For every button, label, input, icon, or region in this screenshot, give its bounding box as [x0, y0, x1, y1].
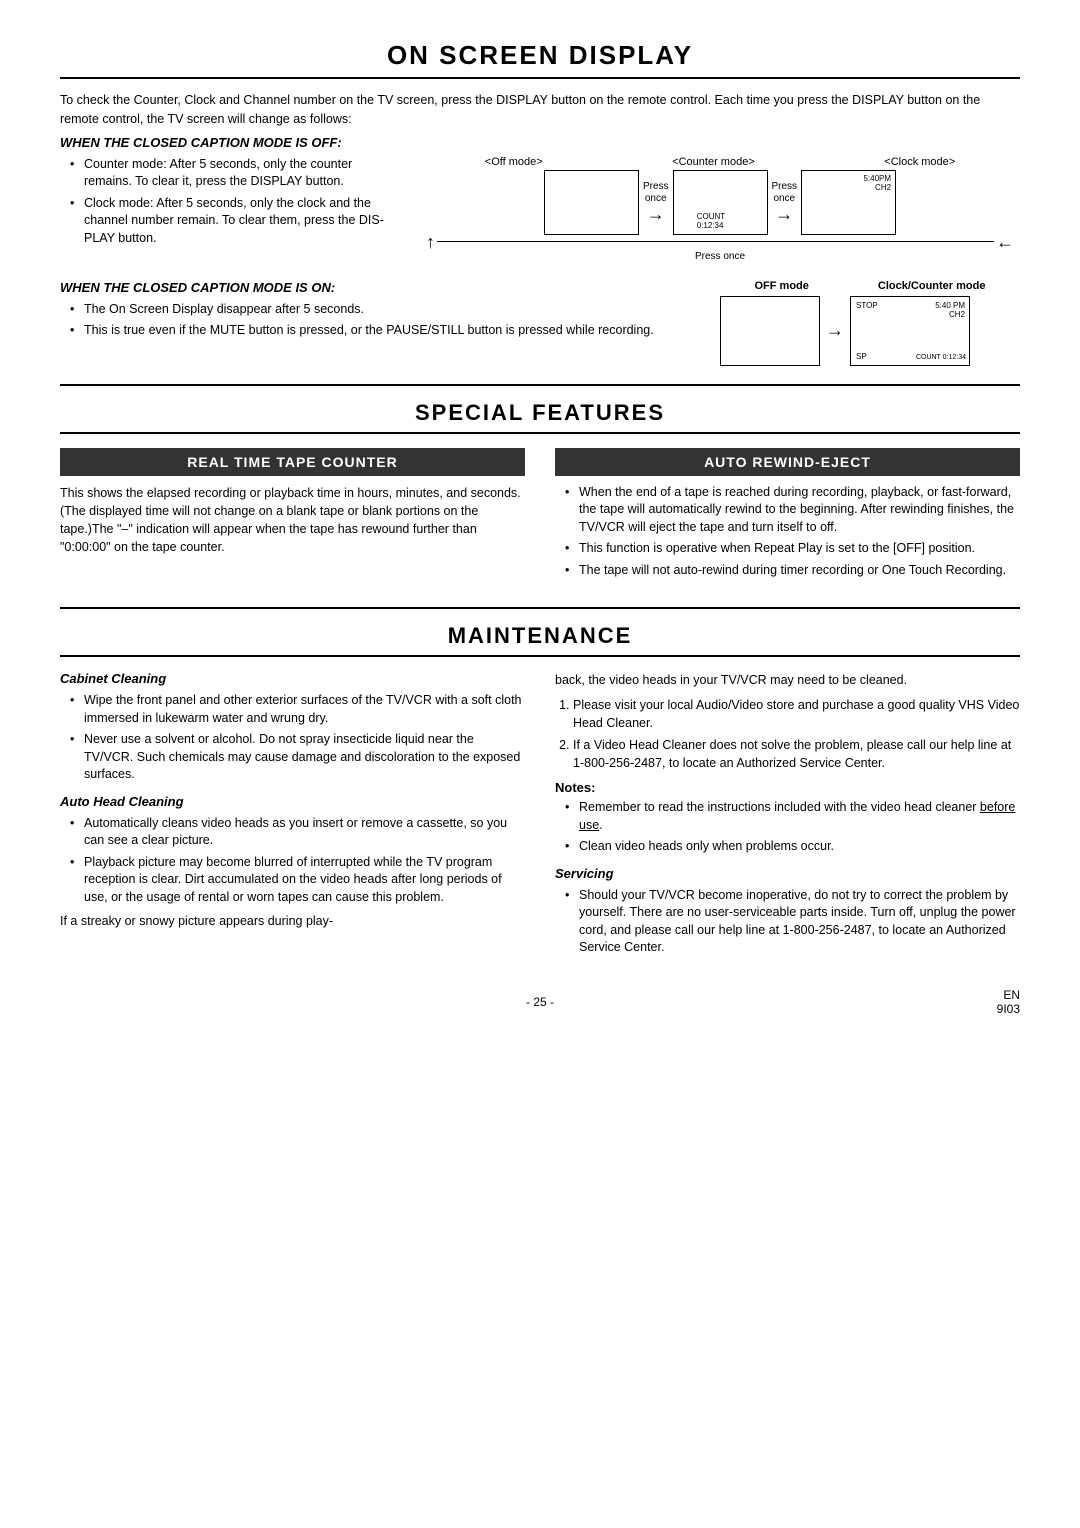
cc-on-section: WHEN THE CLOSED CAPTION MODE IS ON: The …: [60, 280, 1020, 366]
maintenance-title: Maintenance: [60, 623, 1020, 657]
maintenance-grid: Cabinet Cleaning Wipe the front panel an…: [60, 671, 1020, 964]
mode-labels-row: <Off mode> <Counter mode> <Clock mode>: [420, 156, 1020, 168]
footer: - 25 - EN 9I03: [60, 995, 1020, 1009]
cabinet-bullet-1: Wipe the front panel and other exterior …: [70, 692, 525, 727]
footer-page: - 25 -: [526, 995, 554, 1009]
cc-off-heading: WHEN THE CLOSED CAPTION MODE IS OFF:: [60, 135, 1020, 150]
are-bullet-3: The tape will not auto-rewind during tim…: [565, 562, 1020, 580]
osd-intro: To check the Counter, Clock and Channel …: [60, 91, 1020, 129]
clock-mode-box: 5:40PMCH2: [801, 170, 896, 235]
cc-on-right: OFF mode Clock/Counter mode → STOP 5:40 …: [720, 280, 1020, 366]
rttc-header: Real Time Tape Counter: [60, 448, 525, 476]
off-mode-box: [544, 170, 639, 235]
osd-off-bullet-list: Counter mode: After 5 seconds, only the …: [60, 156, 400, 248]
right-col-intro: back, the video heads in your TV/VCR may…: [555, 671, 1020, 689]
notes-bullet-2: Clean video heads only when problems occ…: [565, 838, 1020, 856]
servicing-heading: Servicing: [555, 866, 1020, 881]
are-bullet-1: When the end of a tape is reached during…: [565, 484, 1020, 537]
off-mode-label: <Off mode>: [485, 156, 543, 168]
before-use: before use: [579, 800, 1015, 832]
bottom-arrow-row: ↑ ←: [420, 235, 1020, 249]
numbered-2: If a Video Head Cleaner does not solve t…: [573, 736, 1020, 772]
cc-off-mode-label: OFF mode: [755, 280, 809, 292]
cc-sp-label: SP: [856, 352, 867, 361]
are-bullet-list: When the end of a tape is reached during…: [555, 484, 1020, 580]
footer-code: 9I03: [997, 1002, 1020, 1016]
cabinet-cleaning-heading: Cabinet Cleaning: [60, 671, 525, 686]
osd-bullet-1: Counter mode: After 5 seconds, only the …: [70, 156, 400, 191]
real-time-tape-counter-col: Real Time Tape Counter This shows the el…: [60, 448, 525, 588]
cc-on-heading: WHEN THE CLOSED CAPTION MODE IS ON:: [60, 280, 700, 295]
diagram-boxes: Pressonce → COUNT 0:12:34 Pressonce → 5:…: [544, 170, 896, 235]
auto-head-cleaning-heading: Auto Head Cleaning: [60, 794, 525, 809]
osd-bullet-2: Clock mode: After 5 seconds, only the cl…: [70, 195, 400, 248]
cc-on-bullet-2: This is true even if the MUTE button is …: [70, 322, 700, 340]
arrow-right-1: →: [647, 205, 665, 223]
ahc-extra: If a streaky or snowy picture appears du…: [60, 914, 525, 928]
notes-heading: Notes:: [555, 780, 1020, 795]
are-bullet-2: This function is operative when Repeat P…: [565, 540, 1020, 558]
cc-mode-labels: OFF mode Clock/Counter mode: [720, 280, 1020, 292]
press-once-below: Press once: [695, 251, 745, 262]
osd-off-section: Counter mode: After 5 seconds, only the …: [60, 156, 1020, 270]
auto-head-cleaning-bullets: Automatically cleans video heads as you …: [60, 815, 525, 907]
counter-mode-box: COUNT 0:12:34: [673, 170, 768, 235]
cabinet-bullet-2: Never use a solvent or alcohol. Do not s…: [70, 731, 525, 784]
cc-time-label: 5:40 PMCH2: [935, 301, 965, 320]
clock-display: 5:40PMCH2: [863, 174, 891, 193]
osd-off-bullets: Counter mode: After 5 seconds, only the …: [60, 156, 400, 270]
counter-mode-label: <Counter mode>: [672, 156, 755, 168]
footer-en-block: EN 9I03: [997, 988, 1020, 1016]
arrow-up: ↑: [426, 235, 435, 249]
cc-boxes-row: → STOP 5:40 PMCH2 SP COUNT 0:12:34: [720, 296, 1020, 366]
cc-on-diagram: OFF mode Clock/Counter mode → STOP 5:40 …: [720, 280, 1020, 366]
cc-count-label: COUNT 0:12:34: [916, 354, 966, 361]
special-features-grid: Real Time Tape Counter This shows the el…: [60, 448, 1020, 588]
special-features-title: Special Features: [60, 400, 1020, 434]
numbered-1: Please visit your local Audio/Video stor…: [573, 696, 1020, 732]
notes-bullet-1-text: Remember to read the instructions includ…: [579, 800, 1015, 832]
cc-stop-label: STOP: [856, 301, 878, 310]
ahc-bullet-2: Playback picture may become blurred of i…: [70, 854, 525, 907]
maintenance-left-col: Cabinet Cleaning Wipe the front panel an…: [60, 671, 525, 964]
notes-bullets: Remember to read the instructions includ…: [555, 799, 1020, 856]
cc-clock-counter-label: Clock/Counter mode: [878, 280, 986, 292]
notes-bullet-1: Remember to read the instructions includ…: [565, 799, 1020, 834]
ahc-bullet-1: Automatically cleans video heads as you …: [70, 815, 525, 850]
servicing-bullets: Should your TV/VCR become inoperative, d…: [555, 887, 1020, 957]
osd-mode-diagram: <Off mode> <Counter mode> <Clock mode> P…: [420, 156, 1020, 262]
maintenance-right-col: back, the video heads in your TV/VCR may…: [555, 671, 1020, 964]
press-once-label-2: Pressonce: [772, 181, 798, 205]
rttc-text: This shows the elapsed recording or play…: [60, 484, 525, 557]
arrow-left: ←: [996, 235, 1014, 249]
cc-on-bullet-1: The On Screen Display disappear after 5 …: [70, 301, 700, 319]
on-screen-display-title: On Screen Display: [60, 40, 1020, 79]
footer-en-label: EN: [997, 988, 1020, 1002]
osd-diagram-off: <Off mode> <Counter mode> <Clock mode> P…: [420, 156, 1020, 270]
special-features-divider: [60, 384, 1020, 386]
auto-rewind-eject-col: Auto Rewind-Eject When the end of a tape…: [555, 448, 1020, 588]
press-once-label-1: Pressonce: [643, 181, 669, 205]
cc-on-left: WHEN THE CLOSED CAPTION MODE IS ON: The …: [60, 280, 700, 366]
cc-arrow: →: [826, 320, 844, 341]
arrow-2: Pressonce →: [772, 181, 798, 223]
arrow-line: [437, 241, 994, 242]
count-display: COUNT 0:12:34: [697, 212, 744, 230]
servicing-bullet-1: Should your TV/VCR become inoperative, d…: [565, 887, 1020, 957]
cc-off-box: [720, 296, 820, 366]
cabinet-cleaning-bullets: Wipe the front panel and other exterior …: [60, 692, 525, 784]
clock-mode-label: <Clock mode>: [884, 156, 955, 168]
arrow-right-2: →: [775, 205, 793, 223]
arrow-1: Pressonce →: [643, 181, 669, 223]
maintenance-divider: [60, 607, 1020, 609]
cc-on-bullet-list: The On Screen Display disappear after 5 …: [60, 301, 700, 340]
are-header: Auto Rewind-Eject: [555, 448, 1020, 476]
cc-clock-box: STOP 5:40 PMCH2 SP COUNT 0:12:34: [850, 296, 970, 366]
numbered-list: Please visit your local Audio/Video stor…: [555, 696, 1020, 773]
